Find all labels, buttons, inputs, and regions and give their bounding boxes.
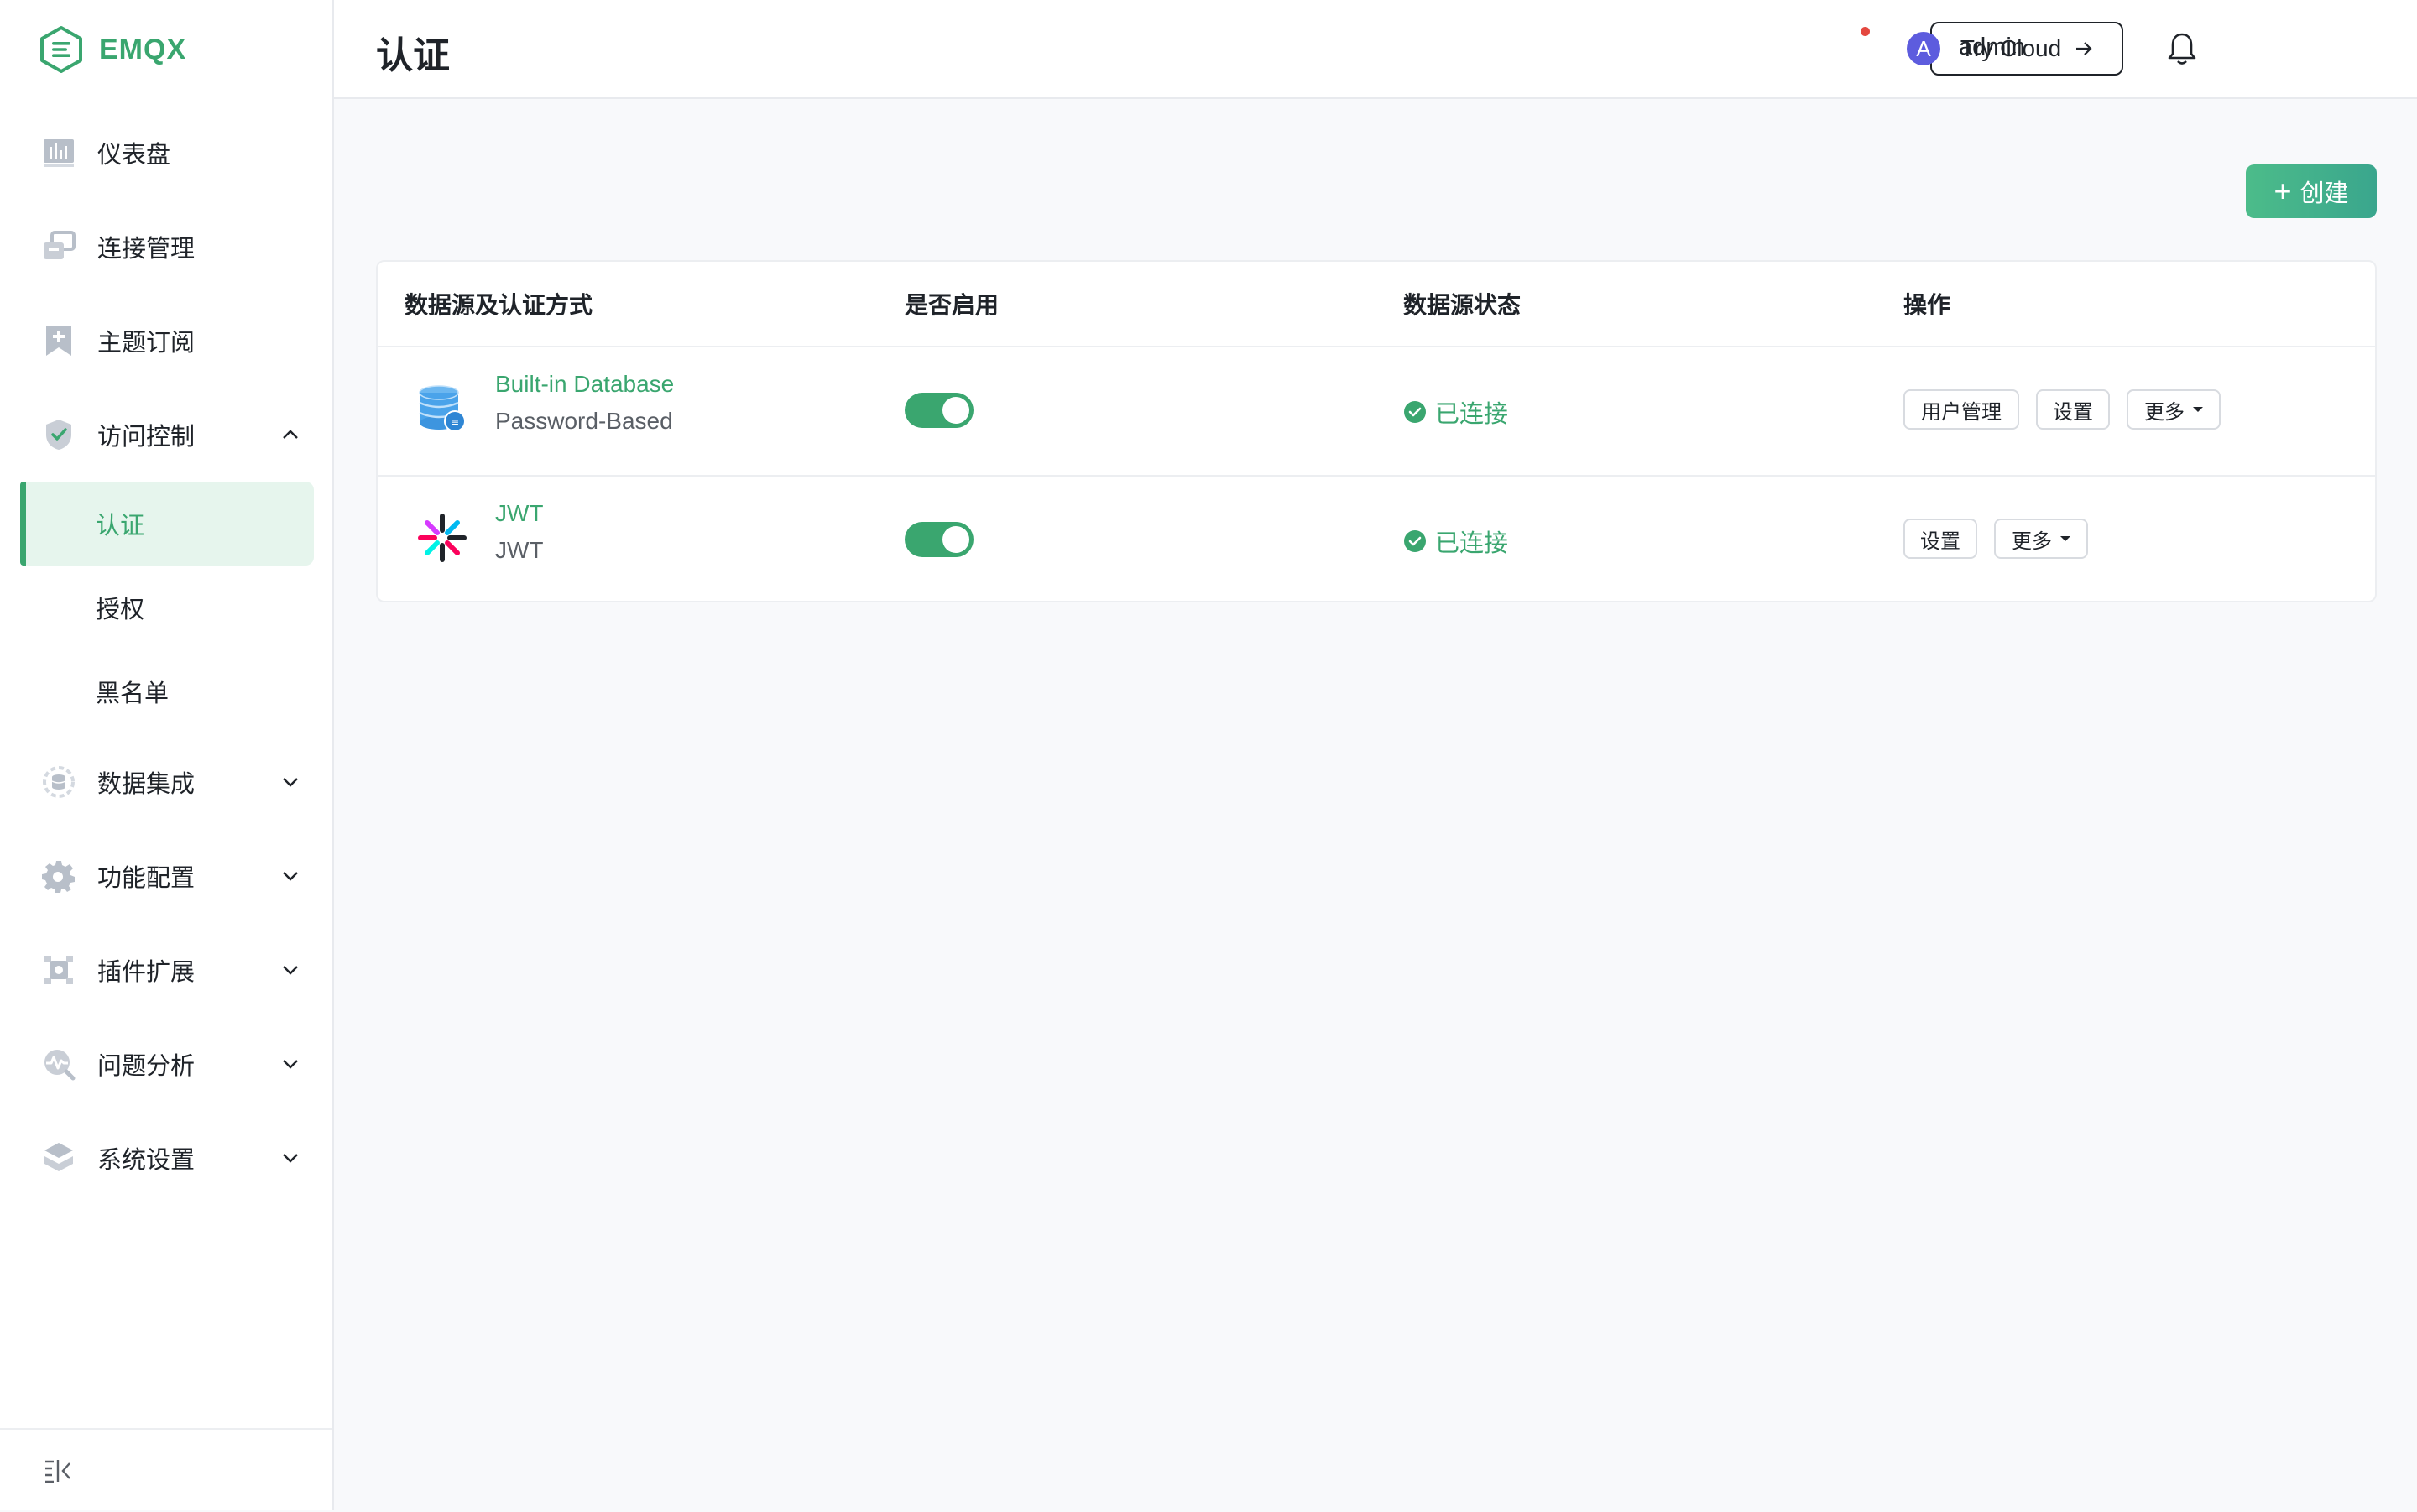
auth-source-name-link[interactable]: Built-in Database xyxy=(495,371,674,398)
sidebar-item-authentication[interactable]: 认证 xyxy=(0,482,332,566)
sidebar: EMQX 仪表盘 连接管理 主题订阅 访问控制 认证 授权 黑名单 数据集成 功… xyxy=(0,0,334,1510)
layers-icon xyxy=(42,1141,76,1175)
create-button[interactable]: + 创建 xyxy=(2246,164,2377,218)
sidebar-item-topic-subscription[interactable]: 主题订阅 xyxy=(0,307,332,374)
brand[interactable]: EMQX xyxy=(39,25,186,74)
avatar[interactable]: A xyxy=(1907,32,1940,65)
table-row: ≡ Built-in Database Password-Based 已连接 用… xyxy=(378,346,2375,475)
emqx-logo-icon xyxy=(40,26,82,73)
gear-icon xyxy=(42,859,76,893)
sidebar-item-label: 黑名单 xyxy=(96,680,170,707)
database-icon: ≡ xyxy=(419,385,466,432)
top-header: 认证 Try Cloud A admin xyxy=(334,0,2417,99)
check-circle-icon xyxy=(1404,401,1426,423)
caret-down-icon xyxy=(2060,536,2070,541)
status-badge: 已连接 xyxy=(1403,394,1508,430)
sidebar-item-access-control[interactable]: 访问控制 xyxy=(0,401,332,468)
column-header-actions: 操作 xyxy=(1903,292,1951,318)
dashboard-icon xyxy=(42,136,76,169)
notification-dot xyxy=(1861,27,1870,36)
sidebar-item-label: 访问控制 xyxy=(97,424,196,451)
sidebar-item-banned[interactable]: 黑名单 xyxy=(0,649,332,733)
status-text: 已连接 xyxy=(1435,530,1509,557)
sidebar-footer xyxy=(0,1428,332,1512)
brand-name: EMQX xyxy=(99,33,187,65)
button-label: 更多 xyxy=(2144,400,2185,424)
svg-text:≡: ≡ xyxy=(451,416,459,428)
puzzle-icon xyxy=(42,953,76,987)
status-text: 已连接 xyxy=(1435,401,1509,428)
page-title: 认证 xyxy=(376,35,450,76)
topic-subscription-icon xyxy=(42,324,76,357)
jwt-icon xyxy=(418,514,467,562)
sidebar-item-dashboard[interactable]: 仪表盘 xyxy=(0,119,332,186)
chevron-up-icon xyxy=(283,430,298,439)
chevron-down-icon xyxy=(283,1060,298,1069)
caret-down-icon xyxy=(2193,407,2203,412)
sidebar-item-diagnose[interactable]: 问题分析 xyxy=(0,1030,332,1098)
sidebar-item-configuration[interactable]: 功能配置 xyxy=(0,842,332,910)
sidebar-item-label: 系统设置 xyxy=(97,1147,196,1174)
sidebar-item-label: 授权 xyxy=(96,597,145,623)
column-header-status: 数据源状态 xyxy=(1403,292,1522,318)
enable-toggle[interactable] xyxy=(905,522,974,557)
create-label: 创建 xyxy=(2300,180,2349,207)
sidebar-item-label: 仪表盘 xyxy=(97,142,171,169)
sidebar-item-label: 连接管理 xyxy=(97,236,196,263)
plus-icon: + xyxy=(2273,174,2292,208)
sidebar-item-label: 功能配置 xyxy=(97,865,196,892)
arrow-right-icon xyxy=(2076,42,2092,55)
diagnose-icon xyxy=(42,1047,76,1081)
sidebar-item-system-settings[interactable]: 系统设置 xyxy=(0,1124,332,1191)
auth-source-name-link[interactable]: JWT xyxy=(495,500,544,527)
connections-icon xyxy=(42,230,76,263)
button-label: 用户管理 xyxy=(1921,400,2002,424)
chevron-down-icon xyxy=(283,1154,298,1163)
collapse-sidebar-icon[interactable] xyxy=(44,1458,72,1483)
status-badge: 已连接 xyxy=(1403,524,1508,559)
user-name[interactable]: admin xyxy=(1959,34,2025,61)
sidebar-item-authorization[interactable]: 授权 xyxy=(0,566,332,649)
user-management-button[interactable]: 用户管理 xyxy=(1903,389,2019,430)
button-label: 更多 xyxy=(2012,529,2052,553)
column-header-source: 数据源及认证方式 xyxy=(405,292,593,318)
settings-button[interactable]: 设置 xyxy=(2036,389,2110,430)
sidebar-item-label: 认证 xyxy=(96,513,145,540)
shield-check-icon xyxy=(42,418,76,451)
chevron-down-icon xyxy=(283,872,298,881)
auth-mechanism: JWT xyxy=(495,537,544,563)
authentication-table: 数据源及认证方式 是否启用 数据源状态 操作 ≡ Built-in Databa… xyxy=(376,260,2377,602)
button-label: 设置 xyxy=(1920,529,1960,553)
more-dropdown-button[interactable]: 更多 xyxy=(1994,519,2088,559)
auth-mechanism: Password-Based xyxy=(495,408,673,434)
chevron-down-icon xyxy=(283,778,298,787)
settings-button[interactable]: 设置 xyxy=(1903,519,1977,559)
table-row: JWT JWT 已连接 设置 更多 xyxy=(378,475,2375,604)
column-header-enabled: 是否启用 xyxy=(905,292,1000,318)
sidebar-item-label: 主题订阅 xyxy=(97,330,196,357)
sidebar-item-extensions[interactable]: 插件扩展 xyxy=(0,936,332,1004)
sidebar-item-label: 数据集成 xyxy=(97,771,196,798)
data-integration-icon xyxy=(42,765,76,799)
chevron-down-icon xyxy=(283,966,298,975)
bell-icon[interactable] xyxy=(2164,30,2200,67)
enable-toggle[interactable] xyxy=(905,393,974,428)
sidebar-item-data-integration[interactable]: 数据集成 xyxy=(0,748,332,816)
more-dropdown-button[interactable]: 更多 xyxy=(2127,389,2221,430)
button-label: 设置 xyxy=(2053,400,2093,424)
sidebar-item-label: 问题分析 xyxy=(97,1053,196,1080)
check-circle-icon xyxy=(1404,530,1426,552)
sidebar-item-connections[interactable]: 连接管理 xyxy=(0,213,332,280)
sidebar-item-label: 插件扩展 xyxy=(97,959,196,986)
